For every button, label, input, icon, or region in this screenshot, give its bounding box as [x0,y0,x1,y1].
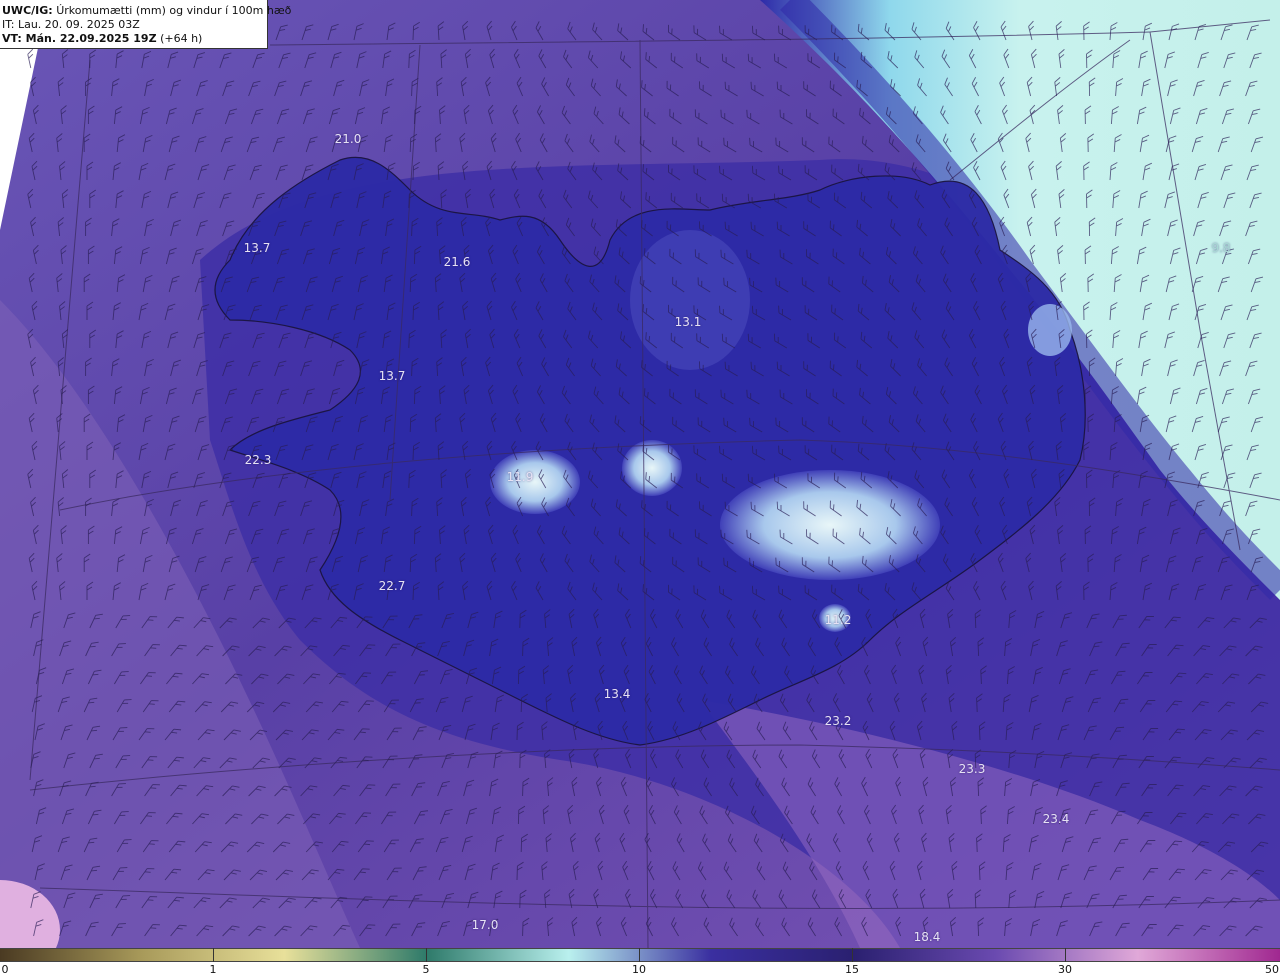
precip-value-label: 21.6 [443,255,471,269]
colorbar-tick-label: 1 [209,963,217,976]
precip-value-label: 13.4 [603,687,631,701]
precip-value-label: 13.7 [243,241,271,255]
precip-value-label: 23.3 [958,762,986,776]
colorbar-tick-mark [639,948,640,962]
colorbar-tick-label: 30 [1058,963,1072,976]
model-label: UWC/IG: [2,4,53,17]
precip-value-label: 22.3 [244,453,272,467]
map-title: Úrkomumætti (mm) og vindur í 100m hæð [56,4,292,17]
map-info-box: UWC/IG: Úrkomumætti (mm) og vindur í 100… [0,0,291,49]
valid-time: VT: Mán. 22.09.2025 19Z [2,32,157,45]
precip-value-label: 21.0 [334,132,362,146]
colorbar-tick-label: 0 [1,963,9,976]
precip-value-label: 22.7 [378,579,406,593]
colorbar-tick-mark [852,948,853,962]
precip-value-label: 9.8 [1211,241,1231,255]
colorbar-tick-label: 5 [422,963,430,976]
snow-patch-n [630,230,750,370]
colorbar-tick-label: 50 [1265,963,1279,976]
colorbar-tick-mark [426,948,427,962]
precip-value-label: 23.2 [824,714,852,728]
forecast-map: 21.0 13.7 21.6 13.1 13.7 22.3 11.9 9.8 2… [0,0,1280,948]
precip-value-label: 13.7 [378,369,406,383]
colorbar-tick-label: 15 [845,963,859,976]
colorbar-strip [0,948,1280,962]
precip-value-label: 18.4 [913,930,941,944]
valid-time-offset: (+64 h) [160,32,203,45]
title-line: UWC/IG: Úrkomumætti (mm) og vindur í 100… [2,4,291,18]
precip-value-label: 11.2 [824,613,852,627]
precip-value-label: 11.9 [506,470,534,484]
valid-time-line: VT: Mán. 22.09.2025 19Z (+64 h) [2,32,267,46]
colorbar-tick-mark [213,948,214,962]
glacier-ne [1028,304,1072,356]
colorbar-tick-label: 10 [632,963,646,976]
glacier-vatnajokull [720,470,940,580]
precip-value-label: 13.1 [674,315,702,329]
precip-value-label: 23.4 [1042,812,1070,826]
colorbar-tick-mark [1065,948,1066,962]
precip-value-label: 17.0 [471,918,499,932]
colorbar-legend: 0 1 5 10 15 30 50 [0,948,1280,978]
issue-time: IT: Lau. 20. 09. 2025 03Z [2,18,140,31]
map-canvas [0,0,1280,948]
